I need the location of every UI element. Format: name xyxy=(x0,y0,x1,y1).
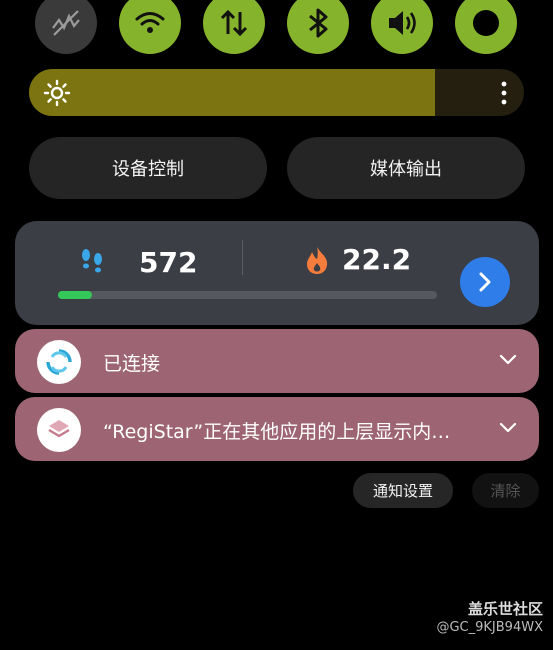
layers-app-icon xyxy=(37,408,81,452)
bluetooth-icon xyxy=(309,8,328,38)
chevron-down-icon[interactable] xyxy=(499,422,517,434)
chevron-down-icon[interactable] xyxy=(499,354,517,366)
notification-settings-button[interactable]: 通知设置 xyxy=(353,473,453,508)
device-control-button[interactable]: 设备控制 xyxy=(29,137,267,199)
quick-toggles xyxy=(0,0,553,60)
notification-connected[interactable]: 已连接 xyxy=(15,329,539,393)
divider xyxy=(242,240,243,275)
mobile-data-toggle[interactable] xyxy=(35,0,97,54)
wifi-toggle[interactable] xyxy=(119,0,181,54)
ring-icon xyxy=(473,10,499,36)
layers-icon xyxy=(48,420,70,438)
health-card[interactable]: 572 22.2 xyxy=(15,221,539,325)
brightness-fill xyxy=(29,69,435,116)
sound-toggle[interactable] xyxy=(371,0,433,54)
connect-icon xyxy=(46,349,72,375)
fire-icon xyxy=(307,247,328,274)
notification-text: “RegiStar”正在其他应用的上层显示内… xyxy=(103,421,451,443)
brightness-slider[interactable] xyxy=(29,69,524,116)
watermark-handle: @GC_9KJB94WX xyxy=(436,620,543,635)
clear-button[interactable]: 清除 xyxy=(472,473,539,508)
notification-overlay[interactable]: “RegiStar”正在其他应用的上层显示内… xyxy=(15,397,539,461)
data-transfer-toggle[interactable] xyxy=(203,0,265,54)
more-options-icon[interactable] xyxy=(500,80,508,106)
footsteps-icon xyxy=(82,249,102,273)
steps-progress-track xyxy=(58,291,437,299)
up-down-arrows-icon xyxy=(220,9,248,37)
sun-icon xyxy=(43,79,71,107)
media-output-button[interactable]: 媒体输出 xyxy=(287,137,525,199)
open-health-button[interactable] xyxy=(460,257,510,307)
watermark-brand: 盖乐世社区 xyxy=(467,600,543,618)
calories-value: 22.2 xyxy=(342,243,412,276)
wifi-icon xyxy=(135,12,165,33)
mobile-data-off-icon xyxy=(52,10,80,36)
notification-text: 已连接 xyxy=(103,353,161,375)
connect-app-icon xyxy=(37,340,81,384)
speaker-icon xyxy=(389,11,416,35)
ring-toggle[interactable] xyxy=(455,0,517,54)
steps-count: 572 xyxy=(139,246,198,279)
bluetooth-toggle[interactable] xyxy=(287,0,349,54)
chevron-right-icon xyxy=(479,272,491,292)
steps-progress-bar xyxy=(58,291,93,299)
